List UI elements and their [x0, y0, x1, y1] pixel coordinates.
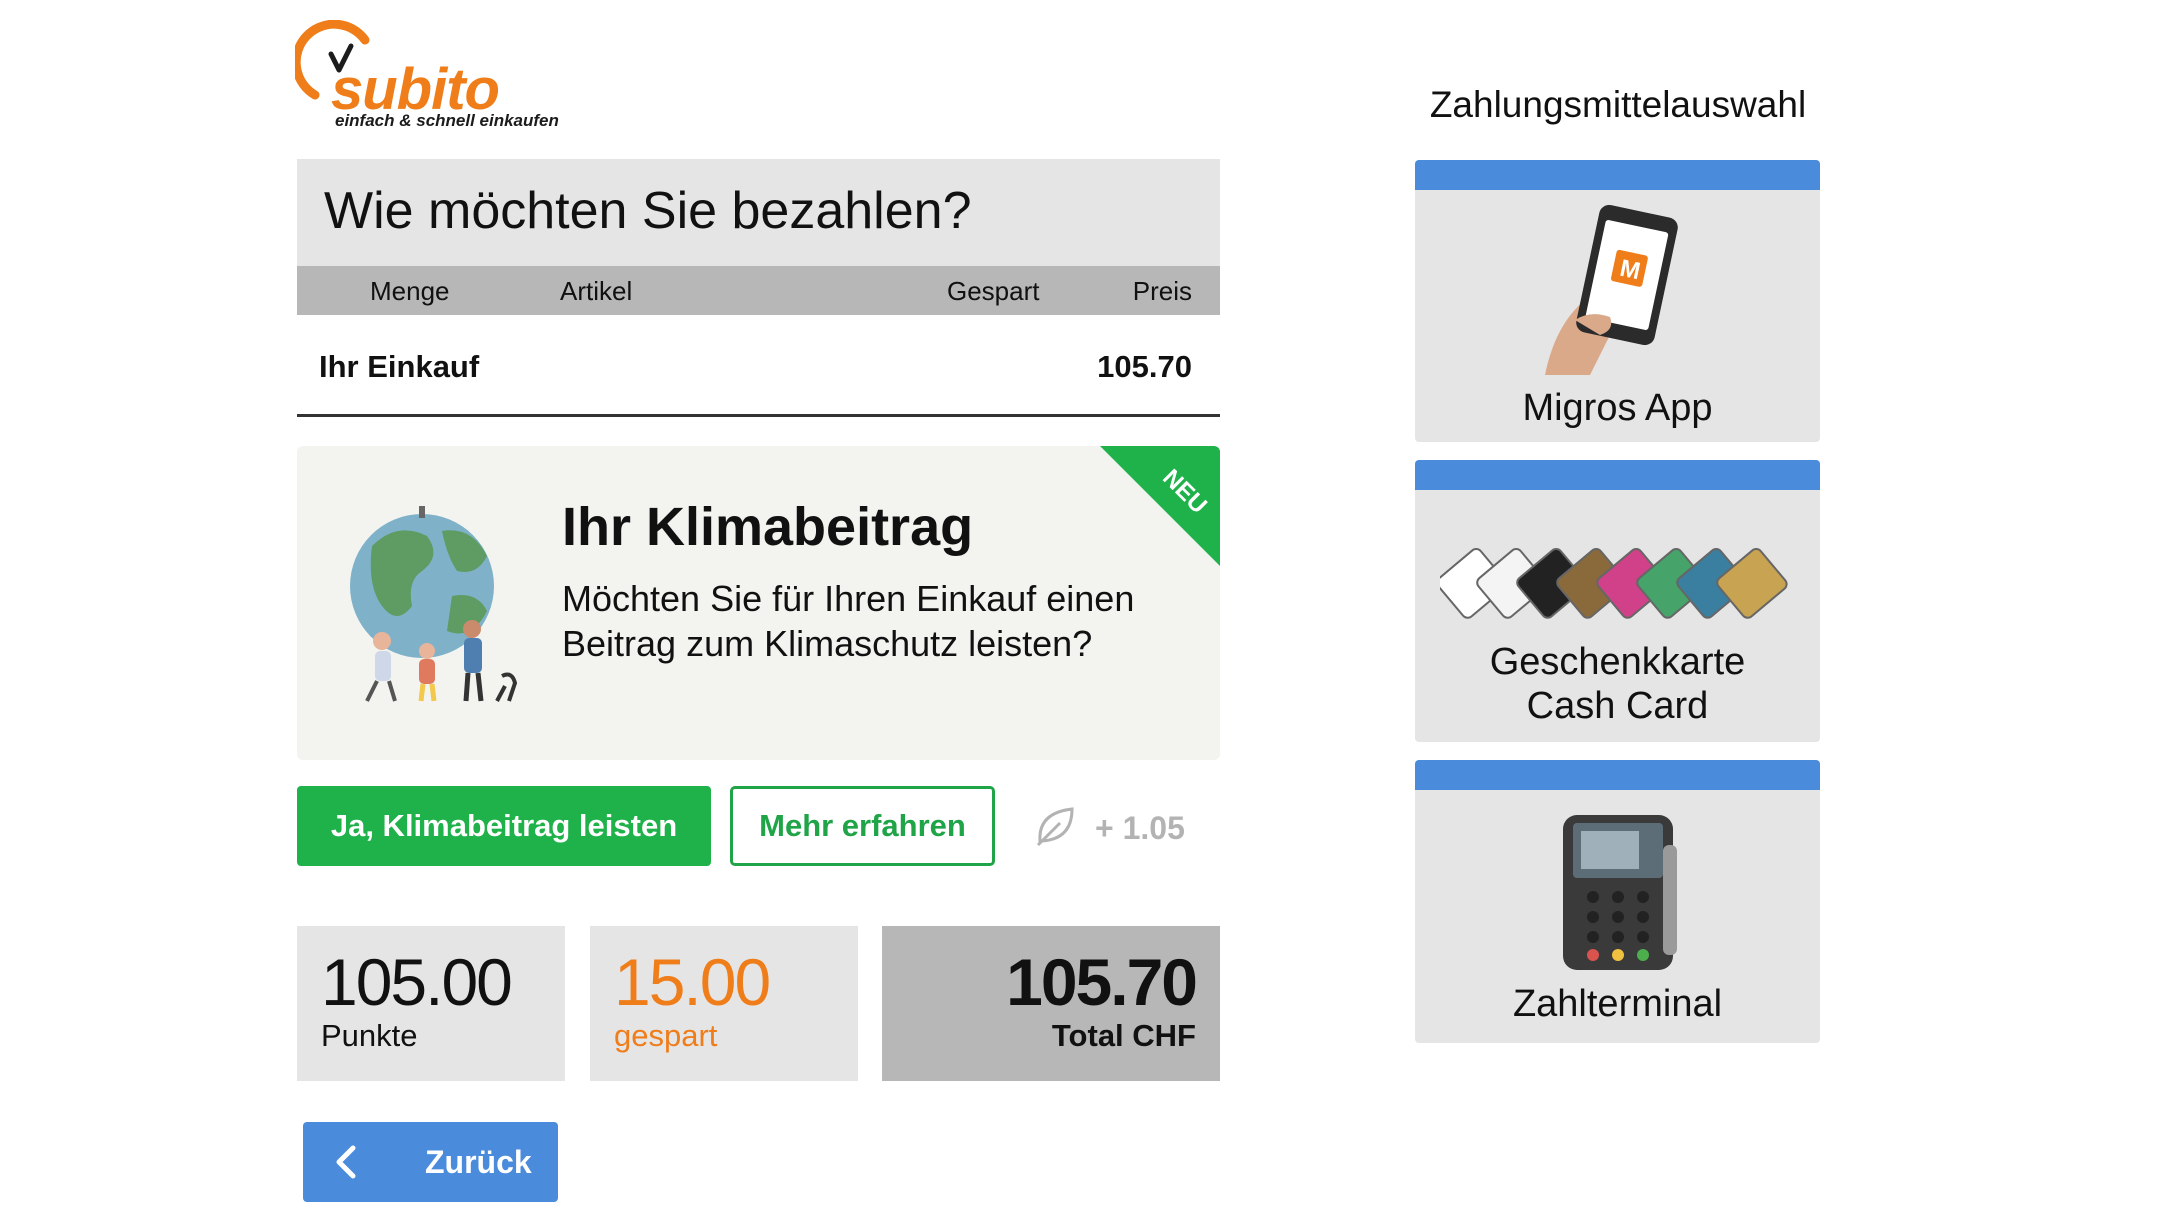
climate-text: Möchten Sie für Ihren Einkauf einen Beit…	[562, 578, 1135, 664]
climate-title: Ihr Klimabeitrag	[562, 497, 974, 557]
back-label: Zurück	[425, 1144, 532, 1180]
chevron-left-icon	[336, 1145, 356, 1179]
table-row: Ihr Einkauf 105.70	[297, 315, 1220, 417]
card-top-bar	[1415, 760, 1820, 790]
logo-tagline: einfach & schnell einkaufen	[335, 111, 559, 130]
saved-value: 15.00	[614, 945, 771, 1019]
accept-climate-button[interactable]: Ja, Klimabeitrag leisten	[297, 786, 711, 866]
points-label: Punkte	[321, 1018, 418, 1053]
learn-more-button[interactable]: Mehr erfahren	[730, 786, 995, 866]
option-label-terminal: Zahlterminal	[1512, 983, 1723, 1025]
points-value: 105.00	[321, 945, 513, 1019]
payment-option-terminal[interactable]: Zahlterminal	[1415, 760, 1820, 1043]
purchase-price: 105.70	[1097, 349, 1192, 384]
payment-heading: Zahlungsmittelauswahl	[1429, 84, 1807, 125]
climate-card: NEU Ihr Klimabeitrag Möchten Sie für Ihr…	[297, 446, 1220, 760]
table-header: Menge Artikel Gespart Preis	[297, 266, 1220, 315]
option-label-app: Migros App	[1522, 387, 1713, 429]
header-item: Artikel	[560, 276, 633, 306]
phone-app-icon: M	[1545, 205, 1678, 375]
total-label: Total CHF	[1051, 1018, 1196, 1053]
card-top-bar	[1415, 160, 1820, 190]
gift-cards-icon	[1440, 548, 1788, 619]
option-label-gift-2: Cash Card	[1526, 685, 1709, 727]
card-terminal-icon	[1563, 815, 1677, 970]
purchase-label: Ihr Einkauf	[319, 349, 480, 384]
page-title: Wie möchten Sie bezahlen?	[324, 182, 972, 240]
subito-logo: subito einfach & schnell einkaufen	[295, 20, 595, 140]
card-top-bar	[1415, 460, 1820, 490]
total-box: 105.70 Total CHF	[882, 926, 1220, 1081]
payment-option-gift-card[interactable]: Geschenkkarte Cash Card	[1415, 460, 1820, 742]
saved-box: 15.00 gespart	[590, 926, 858, 1081]
leaf-icon	[1030, 801, 1080, 851]
saved-label: gespart	[614, 1018, 718, 1053]
header-qty: Menge	[370, 276, 450, 306]
climate-amount: + 1.05	[1095, 810, 1185, 846]
header-price: Preis	[1132, 276, 1192, 306]
total-value: 105.70	[1006, 945, 1198, 1019]
points-box: 105.00 Punkte	[297, 926, 565, 1081]
header-saved: Gespart	[947, 276, 1040, 306]
option-label-gift-1: Geschenkkarte	[1489, 641, 1746, 683]
payment-option-migros-app[interactable]: M Migros App	[1415, 160, 1820, 442]
title-bar: Wie möchten Sie bezahlen?	[297, 159, 1220, 266]
globe-people-illustration	[350, 506, 518, 702]
back-button[interactable]: Zurück	[303, 1122, 558, 1202]
